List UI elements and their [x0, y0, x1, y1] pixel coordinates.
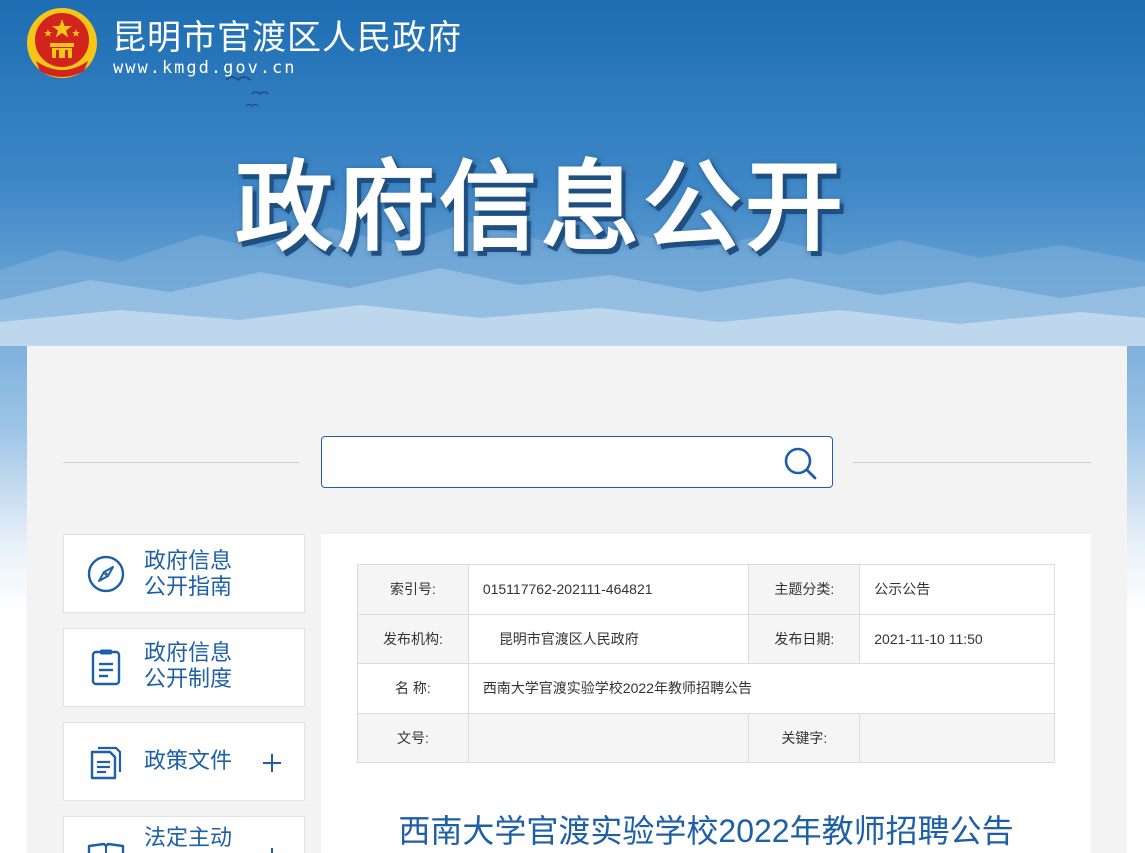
docno-label: 文号:	[357, 712, 469, 763]
date-label: 发布日期:	[748, 613, 861, 664]
search-input[interactable]	[332, 445, 772, 479]
name-value: 西南大学官渡实验学校2022年教师招聘公告	[467, 663, 1056, 714]
keyword-value	[859, 712, 1055, 763]
article-title: 西南大学官渡实验学校2022年教师招聘公告	[398, 813, 1014, 849]
date-value: 2021-11-10 11:50	[859, 613, 1055, 664]
document-icon	[91, 649, 121, 686]
sidebar-item-statutory-disclosure[interactable]: 法定主动	[63, 816, 305, 853]
table-row: 文号: 关键字:	[357, 712, 1055, 763]
sidebar-item-disclosure-system[interactable]: 政府信息 公开制度	[63, 628, 305, 707]
content-area: 索引号: 015117762-202111-464821 主题分类: 公示公告 …	[321, 534, 1091, 853]
book-icon	[87, 842, 125, 853]
search-box	[321, 436, 833, 488]
expand-plus-icon[interactable]	[262, 847, 282, 853]
index-label: 索引号:	[357, 564, 469, 615]
national-emblem-icon	[27, 8, 97, 78]
topic-label: 主题分类:	[748, 564, 861, 615]
search-icon[interactable]	[782, 445, 818, 481]
table-row: 名 称: 西南大学官渡实验学校2022年教师招聘公告	[357, 663, 1056, 714]
publisher-value: 昆明市官渡区人民政府	[467, 613, 750, 664]
site-name[interactable]: 昆明市官渡区人民政府	[112, 10, 462, 59]
index-value: 015117762-202111-464821	[467, 564, 750, 615]
table-row: 发布机构: 昆明市官渡区人民政府 发布日期: 2021-11-10 11:50	[357, 613, 1055, 664]
banner-title: 政府信息公开	[235, 151, 848, 265]
docno-value	[467, 712, 750, 763]
publisher-label: 发布机构:	[357, 613, 469, 664]
document-metadata-table: 索引号: 015117762-202111-464821 主题分类: 公示公告 …	[357, 564, 1056, 763]
keyword-label: 关键字:	[748, 712, 861, 763]
files-icon	[90, 746, 122, 780]
search-divider-right	[853, 462, 1091, 463]
sidebar-item-label: 政策文件	[144, 748, 233, 773]
name-label: 名 称:	[357, 663, 469, 714]
sidebar-item-disclosure-guide[interactable]: 政府信息 公开指南	[63, 534, 305, 613]
compass-icon	[87, 555, 125, 593]
search-divider-left	[63, 462, 299, 463]
sidebar-item-policy-documents[interactable]: 政策文件	[63, 722, 305, 801]
birds-decoration	[225, 76, 269, 107]
sidebar-item-label: 法定主动	[144, 825, 233, 850]
sidebar-item-label: 政府信息 公开制度	[144, 640, 233, 691]
topic-value: 公示公告	[859, 564, 1055, 615]
search-area	[63, 436, 1091, 488]
table-row: 索引号: 015117762-202111-464821 主题分类: 公示公告	[357, 564, 1055, 615]
sidebar-item-label: 政府信息 公开指南	[144, 548, 233, 599]
main-panel: 政府信息 公开指南 政府信息 公开制度 政策文件 法定主动 索引号: 01511…	[27, 346, 1127, 853]
expand-plus-icon[interactable]	[262, 753, 282, 773]
header-banner: 昆明市官渡区人民政府 www.kmgd.gov.cn 政府信息公开	[0, 0, 1145, 346]
